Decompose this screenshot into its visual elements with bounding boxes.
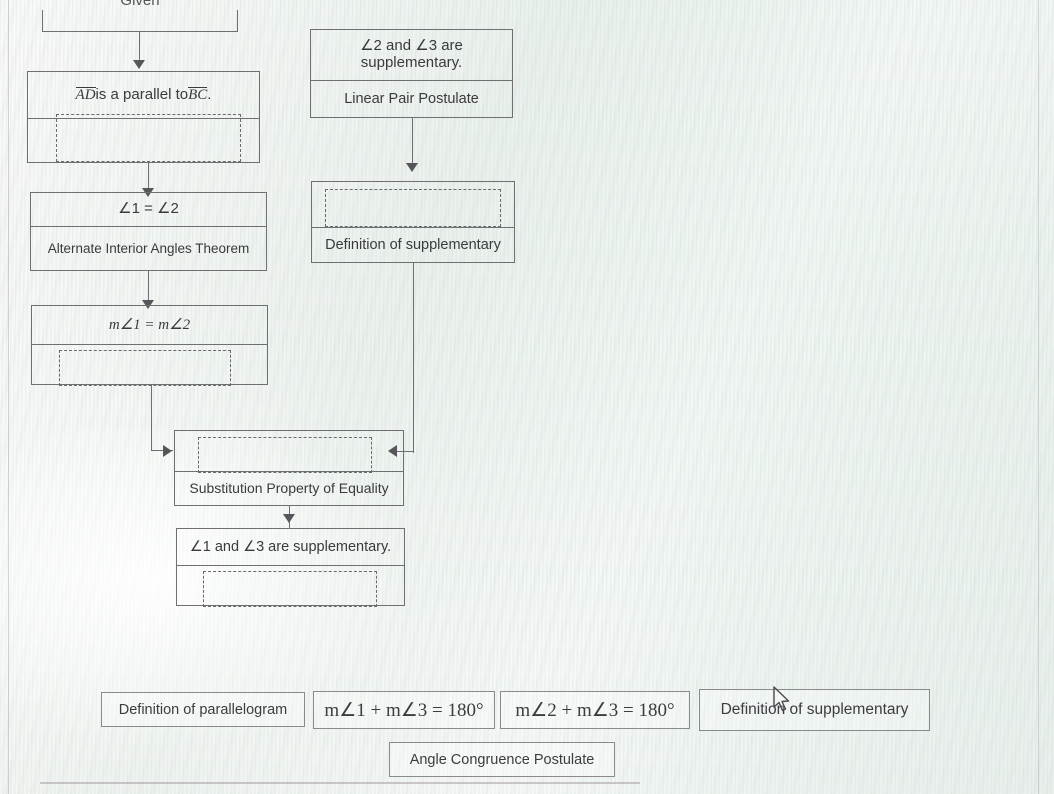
flow-node-angle1-eq-angle2[interactable]: ∠1 = ∠2 Alternate Interior Angles Theore… bbox=[30, 192, 267, 271]
statement-period: . bbox=[207, 85, 212, 103]
flow-node-reason: Substitution Property of Equality bbox=[175, 471, 403, 505]
connector-angles-to-measures bbox=[148, 271, 150, 303]
answer-tile-definition-of-supplementary[interactable]: Definition of supplementary bbox=[699, 689, 930, 731]
parallel-phrase: is a parallel to bbox=[95, 85, 189, 103]
flowchart-proof-stage: Given AD is a parallel to BC. ∠1 = ∠2 Al… bbox=[0, 0, 1054, 794]
arrowhead-linearpair-to-defsupp bbox=[406, 163, 418, 172]
drop-slot-conclusion-reason[interactable] bbox=[203, 571, 377, 607]
connector-measures-elbow-vertical bbox=[151, 385, 153, 451]
flow-node-linear-pair[interactable]: ∠2 and ∠3 are supplementary. Linear Pair… bbox=[310, 29, 513, 118]
flow-node-statement: ∠1 and ∠3 are supplementary. bbox=[189, 538, 392, 555]
drop-slot-substitution-statement[interactable] bbox=[198, 437, 372, 473]
segment-ad-label: AD bbox=[75, 86, 96, 103]
answer-tile-m1-plus-m3-equals-180[interactable]: m∠1 + m∠3 = 180° bbox=[313, 691, 495, 729]
drop-slot-parallel-reason[interactable] bbox=[56, 114, 241, 162]
connector-linearpair-to-defsupp bbox=[412, 118, 414, 166]
flow-node-statement: ∠1 = ∠2 bbox=[118, 200, 179, 218]
flow-node-statement: m∠1 = m∠2 bbox=[32, 306, 267, 344]
connector-defsupp-elbow-vertical bbox=[413, 263, 415, 453]
given-label: Given bbox=[120, 0, 160, 9]
connector-given-to-parallel bbox=[139, 32, 141, 62]
drop-slot-m1-eq-m2-reason[interactable] bbox=[59, 350, 231, 386]
arrowhead-substitution-to-conclusion bbox=[283, 514, 295, 523]
arrowhead-given-to-parallel bbox=[133, 60, 145, 69]
connector-parallel-to-angles bbox=[148, 163, 150, 191]
answer-tile-angle-congruence-postulate[interactable]: Angle Congruence Postulate bbox=[389, 742, 615, 777]
answer-tile-definition-of-parallelogram[interactable]: Definition of parallelogram bbox=[101, 692, 305, 727]
m1-eq-m2-label: m∠1 = m∠2 bbox=[108, 316, 191, 333]
mouse-pointer-icon bbox=[772, 686, 792, 719]
flow-node-reason: Alternate Interior Angles Theorem bbox=[31, 226, 266, 271]
given-bracket bbox=[42, 10, 238, 32]
flow-node-reason: Definition of supplementary bbox=[312, 227, 514, 263]
answer-tile-m2-plus-m3-equals-180[interactable]: m∠2 + m∠3 = 180° bbox=[500, 691, 690, 729]
flow-node-statement: AD is a parallel to BC. bbox=[28, 72, 259, 118]
drop-slot-def-supp-statement[interactable] bbox=[325, 189, 501, 227]
flow-node-statement: ∠2 and ∠3 are supplementary. bbox=[360, 37, 463, 71]
segment-bc-label: BC bbox=[188, 86, 208, 103]
flow-node-reason: Linear Pair Postulate bbox=[311, 80, 512, 118]
arrowhead-into-substitution-left bbox=[163, 445, 172, 457]
